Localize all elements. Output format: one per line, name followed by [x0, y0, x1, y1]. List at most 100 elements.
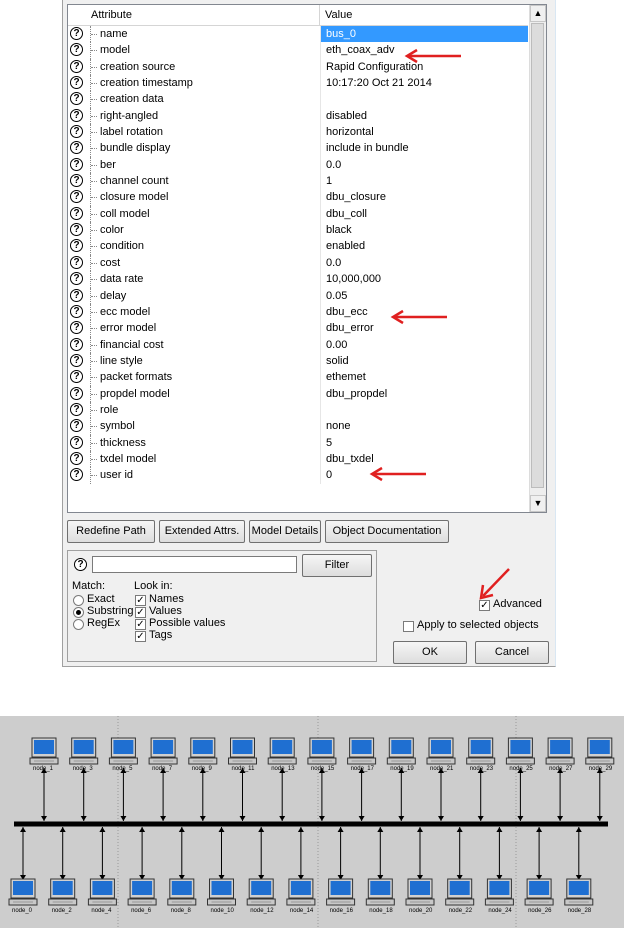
- apply-selected-label[interactable]: Apply to selected objects: [417, 619, 539, 631]
- match-exact-radio[interactable]: [73, 595, 84, 606]
- table-row[interactable]: ? error model dbu_error: [68, 320, 528, 337]
- help-icon[interactable]: ?: [70, 223, 83, 237]
- attribute-value[interactable]: [320, 91, 528, 108]
- computer-icon[interactable]: [426, 737, 456, 765]
- help-icon[interactable]: ?: [70, 76, 83, 90]
- table-row[interactable]: ? ecc model dbu_ecc: [68, 303, 528, 321]
- computer-icon[interactable]: [148, 737, 178, 765]
- help-icon[interactable]: ?: [70, 419, 83, 433]
- help-icon[interactable]: ?: [70, 272, 83, 286]
- computer-icon[interactable]: [48, 878, 78, 906]
- look-in-possible-values-label[interactable]: Possible values: [149, 617, 225, 629]
- attribute-value[interactable]: dbu_coll: [320, 205, 528, 223]
- help-icon[interactable]: ?: [70, 157, 83, 171]
- table-row[interactable]: ? line style solid: [68, 352, 528, 370]
- table-row[interactable]: ? txdel model dbu_txdel: [68, 450, 528, 468]
- computer-icon[interactable]: [365, 878, 395, 906]
- attribute-value[interactable]: disabled: [320, 107, 528, 125]
- table-row[interactable]: ? color black: [68, 222, 528, 239]
- table-row[interactable]: ? label rotation horizontal: [68, 124, 528, 141]
- attribute-value[interactable]: 10:17:20 Oct 21 2014: [320, 75, 528, 92]
- computer-icon[interactable]: [484, 878, 514, 906]
- help-icon[interactable]: ?: [70, 27, 83, 40]
- attribute-value[interactable]: dbu_propdel: [320, 385, 528, 402]
- attribute-value[interactable]: 0.0: [320, 254, 528, 272]
- computer-icon[interactable]: [246, 878, 276, 906]
- help-icon[interactable]: ?: [70, 386, 83, 400]
- attribute-value[interactable]: 0.00: [320, 336, 528, 353]
- attribute-value[interactable]: solid: [320, 352, 528, 370]
- attribute-value[interactable]: ethemet: [320, 369, 528, 386]
- help-icon[interactable]: ?: [70, 206, 83, 220]
- table-row[interactable]: ? closure model dbu_closure: [68, 189, 528, 206]
- look-in-names-label[interactable]: Names: [149, 593, 184, 605]
- table-row[interactable]: ? bundle display include in bundle: [68, 140, 528, 157]
- computer-icon[interactable]: [347, 737, 377, 765]
- attribute-value[interactable]: dbu_closure: [320, 189, 528, 206]
- help-icon[interactable]: ?: [70, 125, 83, 139]
- help-icon[interactable]: ?: [70, 141, 83, 155]
- table-row[interactable]: ? coll model dbu_coll: [68, 205, 528, 223]
- attribute-value[interactable]: include in bundle: [320, 140, 528, 157]
- match-regex-label[interactable]: RegEx: [87, 617, 120, 629]
- help-icon[interactable]: ?: [74, 558, 87, 571]
- computer-icon[interactable]: [267, 737, 297, 765]
- table-row[interactable]: ? thickness 5: [68, 434, 528, 451]
- table-row[interactable]: ? ber 0.0: [68, 156, 528, 174]
- table-row[interactable]: ? role: [68, 401, 528, 419]
- model-details-button[interactable]: Model Details: [249, 520, 321, 543]
- computer-icon[interactable]: [466, 737, 496, 765]
- computer-icon[interactable]: [564, 878, 594, 906]
- attribute-value[interactable]: 1: [320, 173, 528, 190]
- computer-icon[interactable]: [188, 737, 218, 765]
- computer-icon[interactable]: [207, 878, 236, 906]
- match-substring-label[interactable]: Substring: [87, 605, 133, 617]
- attribute-value[interactable]: none: [320, 418, 528, 435]
- help-icon[interactable]: ?: [70, 59, 83, 73]
- help-icon[interactable]: ?: [70, 370, 83, 384]
- help-icon[interactable]: ?: [70, 255, 83, 269]
- computer-icon[interactable]: [69, 737, 99, 765]
- attribute-value[interactable]: dbu_txdel: [320, 450, 528, 468]
- table-row[interactable]: ? data rate 10,000,000: [68, 271, 528, 288]
- apply-selected-checkbox[interactable]: [403, 621, 414, 632]
- attribute-value[interactable]: 10,000,000: [320, 271, 528, 288]
- table-row[interactable]: ? name bus_0: [68, 26, 528, 43]
- computer-icon[interactable]: [286, 878, 316, 906]
- computer-icon[interactable]: [505, 737, 535, 765]
- cancel-button[interactable]: Cancel: [475, 641, 549, 664]
- match-exact-label[interactable]: Exact: [87, 593, 115, 605]
- computer-icon[interactable]: [307, 737, 337, 765]
- table-row[interactable]: ? symbol none: [68, 418, 528, 435]
- help-icon[interactable]: ?: [70, 43, 83, 57]
- attribute-value[interactable]: horizontal: [320, 124, 528, 141]
- filter-input[interactable]: [92, 556, 297, 573]
- computer-icon[interactable]: [108, 737, 138, 765]
- table-row[interactable]: ? creation data: [68, 91, 528, 108]
- table-row[interactable]: ? financial cost 0.00: [68, 336, 528, 353]
- help-icon[interactable]: ?: [70, 353, 83, 367]
- help-icon[interactable]: ?: [70, 468, 83, 482]
- computer-icon[interactable]: [545, 737, 575, 765]
- attribute-value[interactable]: bus_0: [320, 26, 528, 43]
- help-icon[interactable]: ?: [70, 288, 83, 302]
- look-in-possible-values-checkbox[interactable]: ✓: [135, 619, 146, 630]
- column-header-value[interactable]: Value: [320, 5, 528, 25]
- ok-button[interactable]: OK: [393, 641, 467, 664]
- computer-icon[interactable]: [405, 878, 435, 906]
- computer-icon[interactable]: [445, 878, 475, 906]
- help-icon[interactable]: ?: [70, 304, 83, 318]
- computer-icon[interactable]: [228, 737, 257, 765]
- computer-icon[interactable]: [386, 737, 416, 765]
- help-icon[interactable]: ?: [70, 337, 83, 351]
- help-icon[interactable]: ?: [70, 451, 83, 465]
- computer-icon[interactable]: [524, 878, 554, 906]
- table-row[interactable]: ? packet formats ethemet: [68, 369, 528, 386]
- computer-icon[interactable]: [127, 878, 157, 906]
- look-in-values-checkbox[interactable]: ✓: [135, 607, 146, 618]
- attribute-value[interactable]: 5: [320, 434, 528, 451]
- computer-icon[interactable]: [585, 737, 615, 765]
- filter-button[interactable]: Filter: [302, 554, 372, 577]
- table-row[interactable]: ? channel count 1: [68, 173, 528, 190]
- scroll-thumb[interactable]: [531, 23, 544, 488]
